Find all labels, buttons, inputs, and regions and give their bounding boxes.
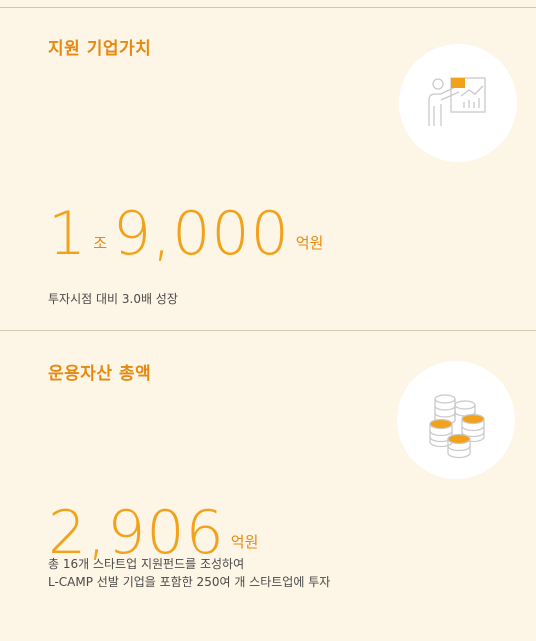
aum-figure: 2,906 억원 — [48, 503, 264, 563]
corporate-value-figure: 1 조 9,000 억원 — [48, 204, 329, 264]
value-billion: 9,000 — [113, 199, 290, 269]
description-line: 투자시점 대비 3.0배 성장 — [48, 292, 178, 306]
presentation-chart-icon — [399, 44, 517, 162]
unit-jo: 조 — [93, 234, 107, 252]
section-title: 지원 기업가치 — [48, 39, 152, 59]
section-description: 총 16개 스타트업 지원펀드를 조성하여 L-CAMP 선발 기업을 포함한 … — [48, 555, 330, 591]
coin-stacks-icon — [397, 361, 515, 479]
section-description: 투자시점 대비 3.0배 성장 — [48, 290, 178, 308]
description-line: 총 16개 스타트업 지원펀드를 조성하여 — [48, 557, 245, 571]
description-line: L-CAMP 선발 기업을 포함한 250여 개 스타트업에 투자 — [48, 575, 331, 589]
unit-eokwon: 억원 — [230, 533, 259, 551]
unit-eokwon: 억원 — [295, 234, 324, 252]
corporate-value-card: 지원 기업가치 1 조 9,000 억원 투자시점 대비 3.0배 성장 — [0, 8, 536, 330]
section-title: 운용자산 총액 — [48, 364, 152, 384]
assets-under-management-card: 운용자산 총액 2,906 억원 총 16개 스타트업 지원펀드를 조성하여 L… — [0, 331, 536, 641]
value-trillion: 1 — [48, 199, 88, 269]
